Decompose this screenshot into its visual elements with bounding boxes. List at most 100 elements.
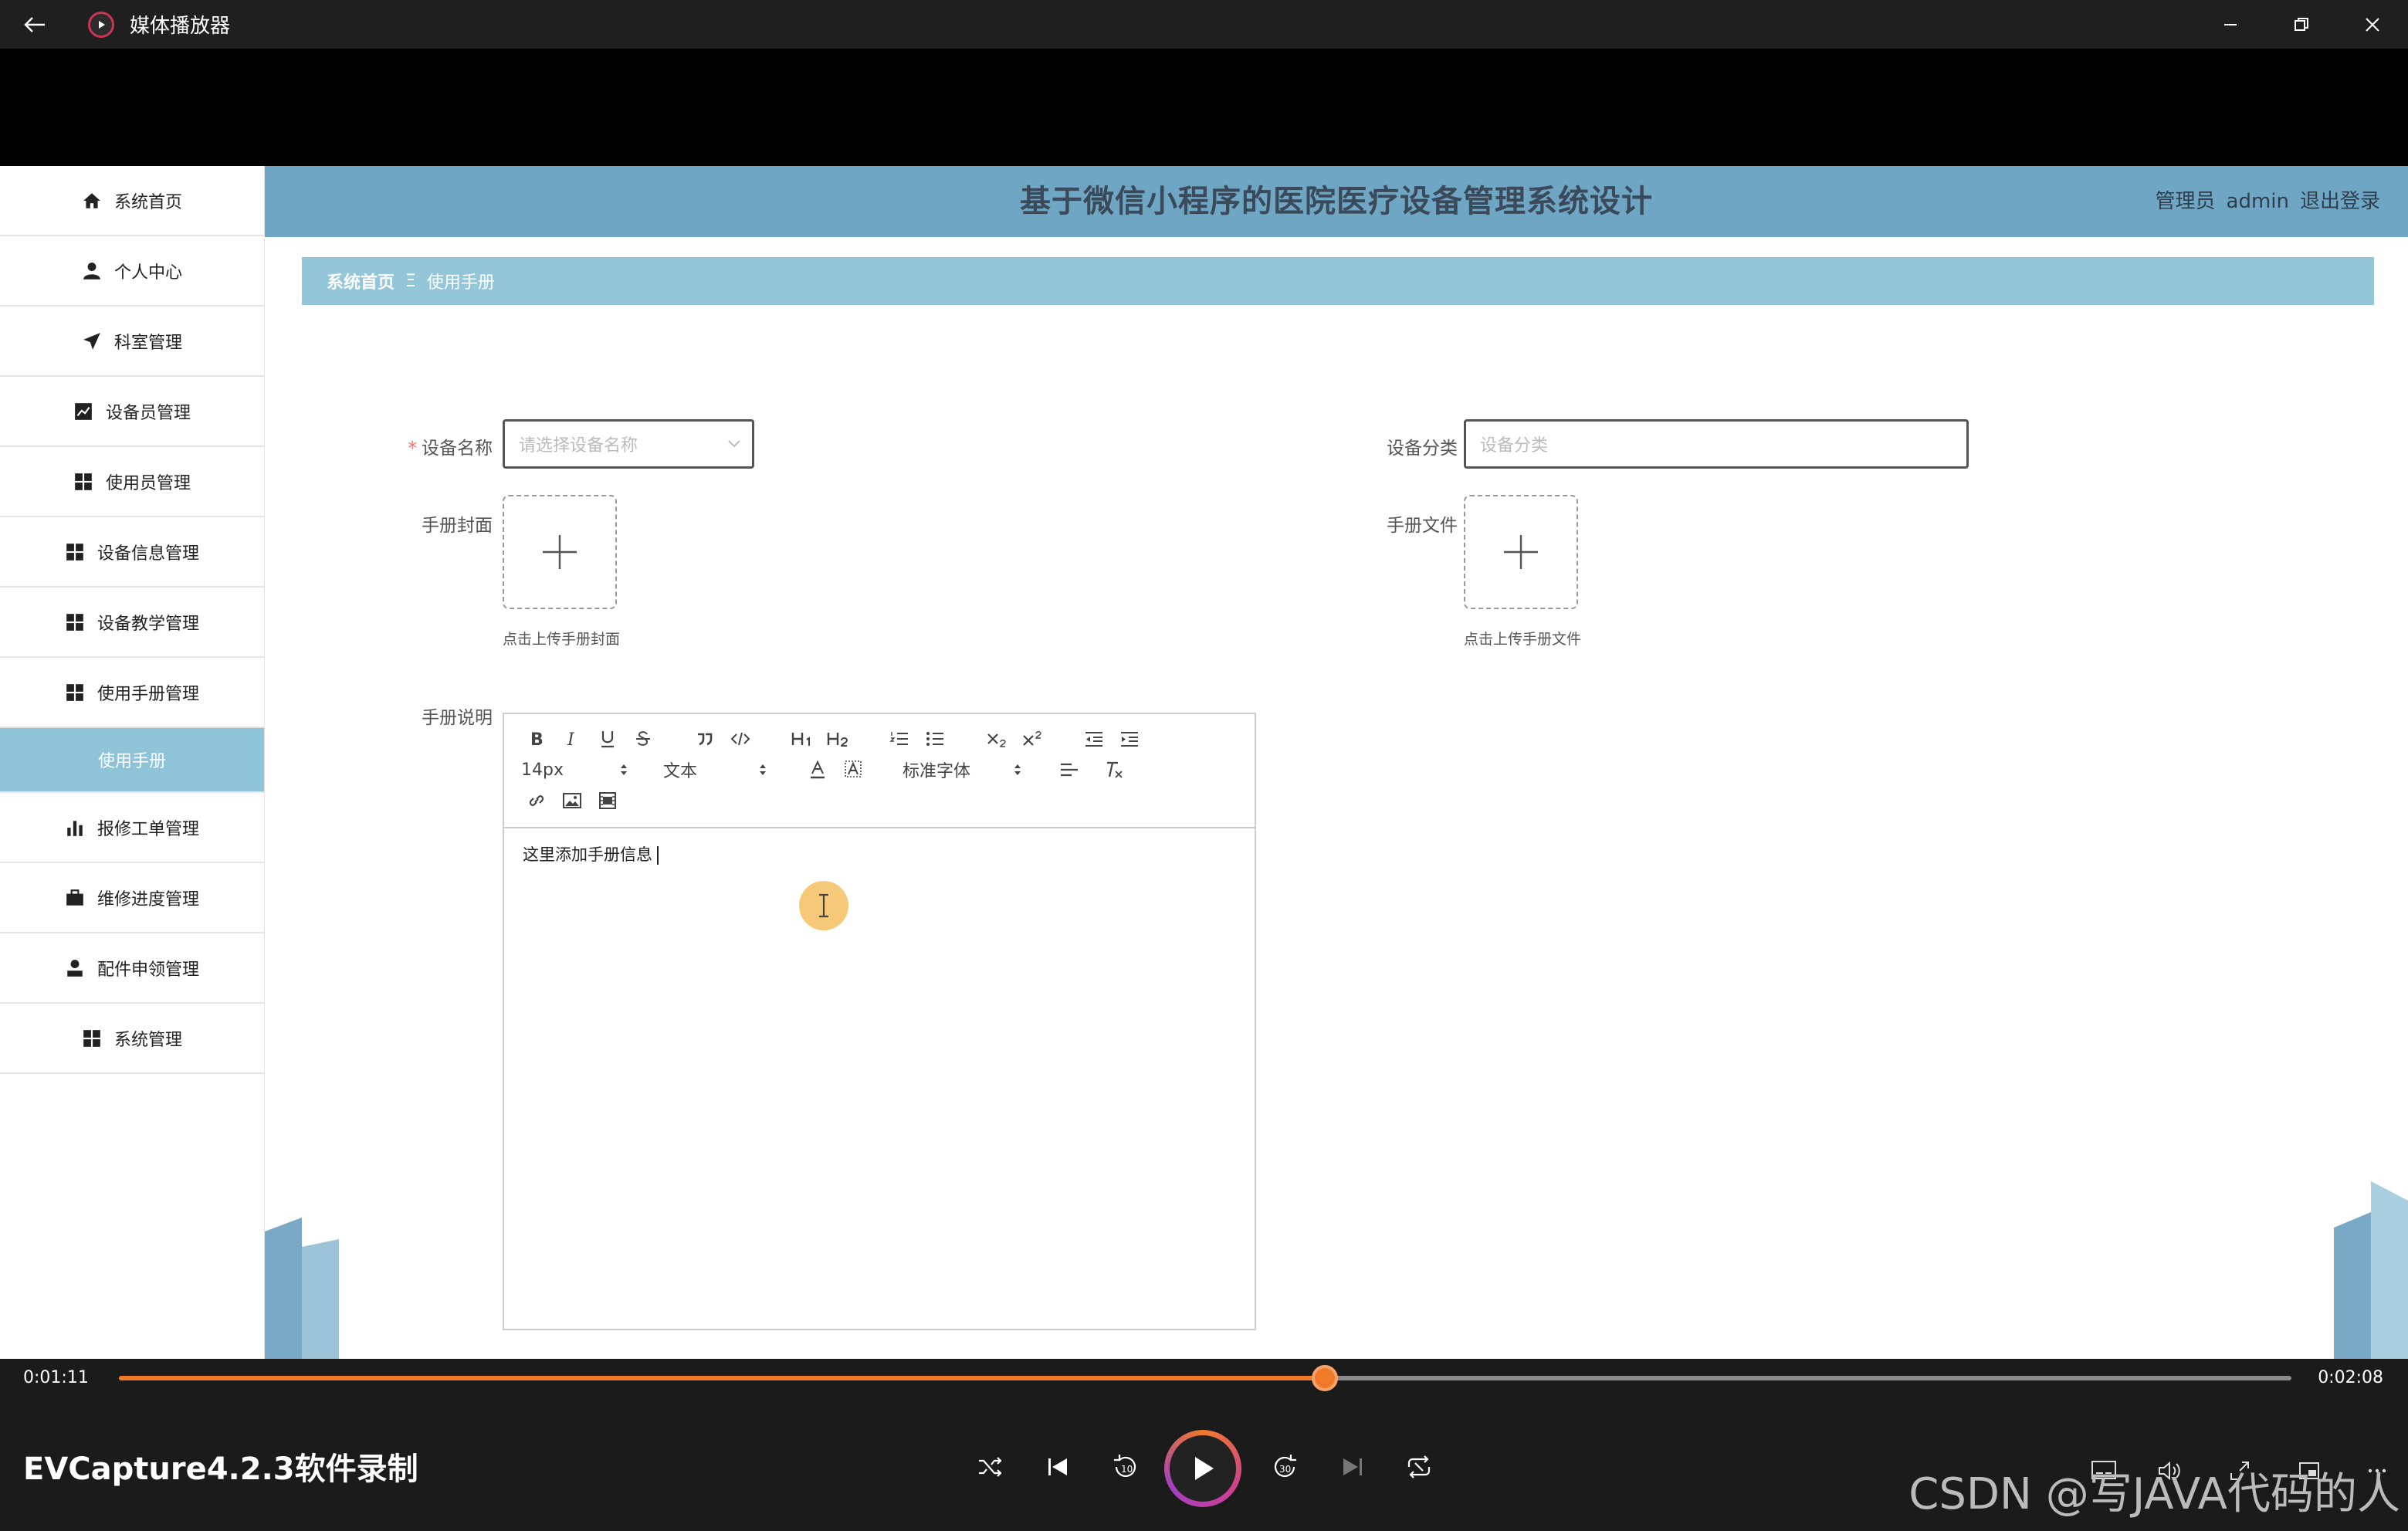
- indent-button[interactable]: [1114, 725, 1145, 753]
- briefcase-icon: [66, 889, 83, 906]
- svg-text:I: I: [567, 730, 575, 748]
- sidebar-item-user-staff[interactable]: 使用员管理: [0, 447, 264, 517]
- bold-button[interactable]: B: [521, 725, 552, 753]
- align-button[interactable]: [1054, 756, 1085, 784]
- code-icon: [730, 732, 750, 746]
- play-button[interactable]: [1164, 1430, 1241, 1507]
- superscript-button[interactable]: [1017, 725, 1048, 753]
- sidebar-subitem-manual[interactable]: 使用手册: [0, 728, 264, 793]
- blockquote-button[interactable]: [689, 725, 720, 753]
- shuffle-button[interactable]: [965, 1442, 1014, 1492]
- description-label: 手册说明: [422, 708, 493, 728]
- text-caret: [657, 846, 659, 865]
- heading-1-button[interactable]: [787, 725, 818, 753]
- sidebar-item-label: 设备信息管理: [97, 544, 199, 564]
- close-button[interactable]: [2337, 0, 2408, 49]
- subscript-icon: [987, 733, 1006, 747]
- forward-30-button[interactable]: 30: [1260, 1442, 1309, 1492]
- sidebar-item-repair-progress[interactable]: 维修进度管理: [0, 863, 264, 933]
- forward-30-icon: 30: [1274, 1455, 1296, 1477]
- sidebar-item-personal-center[interactable]: 个人中心: [0, 236, 264, 307]
- sidebar-item-label: 设备教学管理: [97, 614, 199, 634]
- rich-text-editor: B I 14px 文本 标准字体 这里添加手册信息: [503, 713, 1256, 1330]
- sidebar-item-system-management[interactable]: 系统管理: [0, 1004, 264, 1074]
- insert-link-button[interactable]: [521, 787, 552, 815]
- device-category-input[interactable]: 设备分类: [1464, 419, 1969, 469]
- device-name-select[interactable]: 请选择设备名称: [503, 419, 754, 469]
- cover-upload[interactable]: [503, 495, 617, 609]
- insert-image-button[interactable]: [557, 787, 588, 815]
- user-role: 管理员: [2155, 190, 2216, 213]
- font-family-value: 标准字体: [903, 762, 971, 781]
- bullet-list-button[interactable]: [920, 725, 950, 753]
- block-type-value: 文本: [663, 762, 698, 781]
- sidebar-item-device-info[interactable]: 设备信息管理: [0, 517, 264, 588]
- font-color-button[interactable]: [802, 756, 833, 784]
- video-icon: [599, 792, 616, 809]
- paper-plane-icon: [83, 332, 100, 350]
- sidebar-item-repair-orders[interactable]: 报修工单管理: [0, 793, 264, 863]
- font-color-icon: [811, 760, 825, 779]
- sidebar-item-parts-request[interactable]: 配件申领管理: [0, 933, 264, 1004]
- bold-icon: B: [530, 730, 544, 748]
- insert-video-button[interactable]: [592, 787, 623, 815]
- italic-icon: I: [567, 730, 575, 748]
- strikethrough-button[interactable]: [628, 725, 659, 753]
- sidebar-item-label: 科室管理: [113, 333, 182, 353]
- plus-icon: [1504, 535, 1538, 569]
- background-color-button[interactable]: [838, 756, 869, 784]
- sidebar-item-label: 报修工单管理: [97, 819, 199, 839]
- device-category-label: 设备分类: [1387, 439, 1458, 459]
- sidebar-item-label: 设备员管理: [105, 403, 191, 423]
- chevron-down-icon: [728, 440, 740, 448]
- repeat-button[interactable]: [1394, 1442, 1444, 1492]
- ordered-list-button[interactable]: [884, 725, 915, 753]
- close-icon: [2366, 17, 2379, 32]
- clear-format-button[interactable]: [1099, 756, 1129, 784]
- sidebar-item-device-staff[interactable]: 设备员管理: [0, 377, 264, 447]
- file-upload[interactable]: [1464, 495, 1578, 609]
- restore-icon: [2295, 17, 2308, 31]
- rewind-10-icon: 10: [1114, 1455, 1136, 1477]
- heading-2-button[interactable]: [822, 725, 853, 753]
- sidebar-item-label: 使用员管理: [105, 473, 191, 493]
- minimize-button[interactable]: [2195, 0, 2266, 49]
- player-title-bar: 媒体播放器: [0, 0, 2408, 49]
- editor-toolbar: B I 14px 文本 标准字体: [504, 714, 1255, 828]
- font-size-select[interactable]: 14px: [521, 760, 629, 780]
- code-button[interactable]: [725, 725, 756, 753]
- italic-button[interactable]: I: [557, 725, 588, 753]
- font-family-select[interactable]: 标准字体: [903, 757, 1023, 782]
- next-button[interactable]: [1328, 1442, 1377, 1492]
- sidebar-item-manual-management[interactable]: 使用手册管理: [0, 658, 264, 728]
- logout-link[interactable]: 退出登录: [2300, 190, 2380, 213]
- ordered-list-icon: [889, 732, 908, 745]
- sidebar-item-label: 个人中心: [113, 263, 182, 283]
- outdent-button[interactable]: [1079, 725, 1109, 753]
- sidebar-item-device-teaching[interactable]: 设备教学管理: [0, 588, 264, 658]
- svg-text:30: 30: [1279, 1464, 1291, 1475]
- sidebar: 系统首页 个人中心 科室管理 设备员管理 使用员管理 设备信息管理 设备教学管理: [0, 166, 265, 1359]
- breadcrumb-home[interactable]: 系统首页: [327, 269, 395, 293]
- rewind-10-button[interactable]: 10: [1101, 1442, 1150, 1492]
- back-button[interactable]: [0, 15, 69, 34]
- progress-thumb[interactable]: [1312, 1365, 1338, 1391]
- block-type-select[interactable]: 文本: [663, 757, 768, 782]
- strikethrough-icon: [636, 731, 650, 746]
- sidebar-item-department[interactable]: 科室管理: [0, 307, 264, 377]
- link-icon: [529, 795, 544, 806]
- svg-text:B: B: [530, 730, 544, 748]
- svg-text:10: 10: [1121, 1464, 1133, 1475]
- editor-content[interactable]: 这里添加手册信息: [504, 828, 1255, 879]
- align-left-icon: [1061, 763, 1078, 777]
- quote-icon: [698, 733, 713, 746]
- previous-button[interactable]: [1033, 1442, 1082, 1492]
- restore-button[interactable]: [2266, 0, 2337, 49]
- text-cursor-icon: [819, 893, 828, 918]
- underline-button[interactable]: [592, 725, 623, 753]
- subscript-button[interactable]: [981, 725, 1012, 753]
- sidebar-item-home[interactable]: 系统首页: [0, 166, 264, 236]
- user-area: 管理员 admin 退出登录: [2145, 166, 2381, 237]
- editor-text: 这里添加手册信息: [523, 845, 652, 864]
- skip-forward-icon: [1343, 1458, 1362, 1475]
